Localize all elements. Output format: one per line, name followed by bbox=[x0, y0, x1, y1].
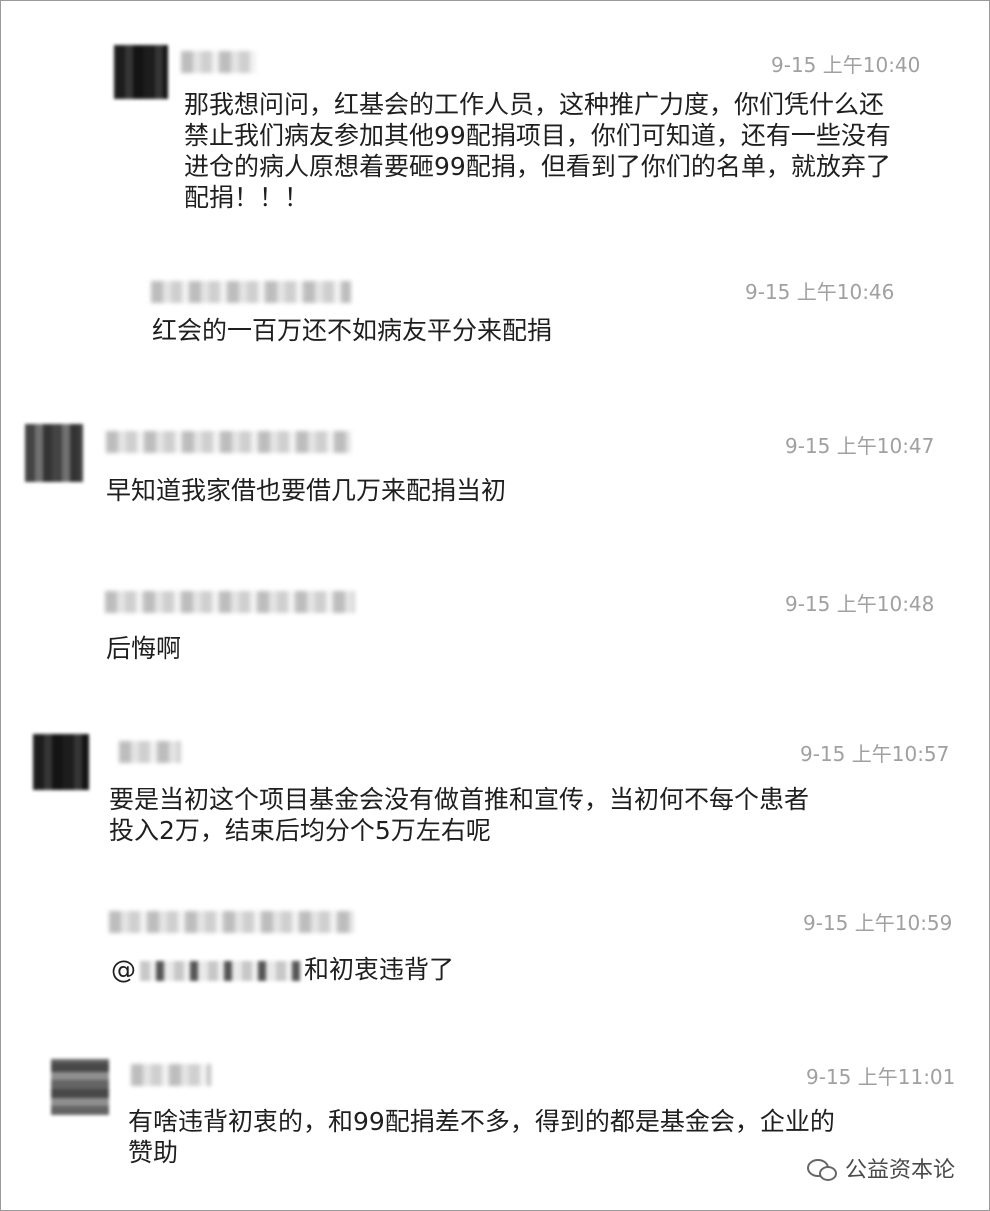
sender-name-redacted bbox=[119, 741, 181, 763]
avatar[interactable] bbox=[25, 424, 83, 482]
sender-name-redacted bbox=[131, 1064, 211, 1086]
avatar[interactable] bbox=[114, 45, 168, 99]
mention-at: @ bbox=[111, 955, 136, 984]
message-line: 要是当初这个项目基金会没有做首推和宣传，当初何不每个患者 bbox=[109, 785, 810, 814]
message-line: 红会的一百万还不如病友平分来配捐 bbox=[152, 316, 553, 345]
message-text: @ 和初衷违背了 bbox=[111, 954, 454, 985]
message-line: 后悔啊 bbox=[106, 634, 182, 663]
avatar[interactable] bbox=[51, 1059, 109, 1115]
message-time: 9-15 上午10:57 bbox=[800, 742, 950, 766]
wechat-icon bbox=[806, 1157, 837, 1181]
sender-name-redacted bbox=[105, 591, 355, 613]
message-time: 9-15 上午10:40 bbox=[771, 53, 921, 77]
message-line: 禁止我们病友参加其他99配捐项目，你们可知道，还有一些没有 bbox=[184, 121, 891, 150]
message-line: 早知道我家借也要借几万来配捐当初 bbox=[106, 476, 507, 505]
sender-name-redacted bbox=[151, 281, 351, 303]
message-time: 9-15 上午10:46 bbox=[745, 280, 895, 304]
message-line: 配捐！！！ bbox=[184, 183, 310, 212]
chat-screenshot-frame: 9-15 上午10:40 那我想问问，红基会的工作人员，这种推广力度，你们凭什么… bbox=[0, 0, 990, 1211]
message-text: 有啥违背初衷的，和99配捐差不多，得到的都是基金会，企业的 赞助 bbox=[128, 1106, 835, 1168]
message-text: 那我想问问，红基会的工作人员，这种推广力度，你们凭什么还 禁止我们病友参加其他9… bbox=[184, 89, 891, 213]
message-line: 投入2万，结束后均分个5万左右呢 bbox=[109, 816, 491, 845]
watermark: 公益资本论 bbox=[806, 1152, 955, 1184]
sender-name-redacted bbox=[109, 911, 354, 933]
message-line: 进仓的病人原想着要砸99配捐，但看到了你们的名单，就放弃了 bbox=[184, 152, 891, 181]
message-line: 有啥违背初衷的，和99配捐差不多，得到的都是基金会，企业的 bbox=[128, 1107, 835, 1136]
message-line: 那我想问问，红基会的工作人员，这种推广力度，你们凭什么还 bbox=[184, 90, 885, 119]
message-line: 和初衷违背了 bbox=[304, 955, 455, 984]
message-time: 9-15 上午10:59 bbox=[803, 911, 953, 935]
message-time: 9-15 上午11:01 bbox=[806, 1065, 956, 1089]
message-text: 早知道我家借也要借几万来配捐当初 bbox=[106, 475, 506, 506]
avatar[interactable] bbox=[33, 734, 89, 790]
message-text: 要是当初这个项目基金会没有做首推和宣传，当初何不每个患者 投入2万，结束后均分个… bbox=[109, 784, 809, 846]
mention-name-redacted[interactable] bbox=[140, 961, 300, 981]
message-text: 红会的一百万还不如病友平分来配捐 bbox=[152, 315, 552, 346]
message-time: 9-15 上午10:48 bbox=[785, 592, 935, 616]
sender-name-redacted bbox=[181, 51, 256, 73]
message-line: 赞助 bbox=[128, 1138, 179, 1167]
watermark-text: 公益资本论 bbox=[844, 1158, 955, 1183]
sender-name-redacted bbox=[106, 431, 351, 453]
message-text: 后悔啊 bbox=[106, 633, 181, 664]
message-time: 9-15 上午10:47 bbox=[785, 434, 935, 458]
